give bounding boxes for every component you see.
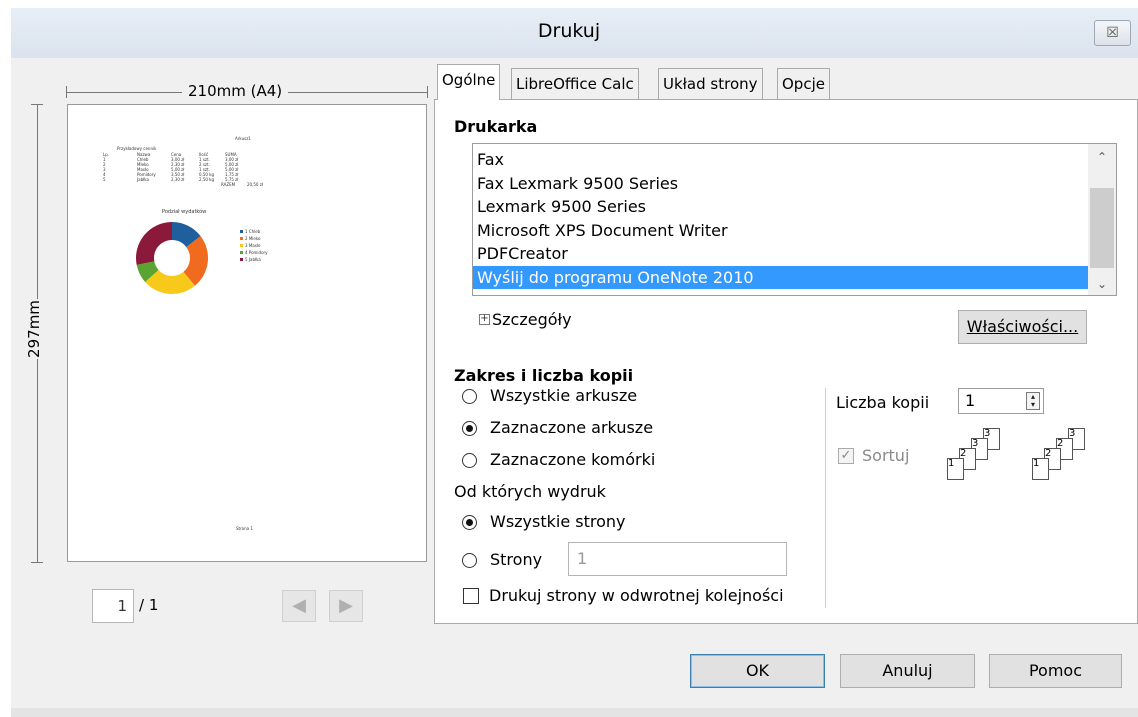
preview-legend-item: 2 Mleko [240, 236, 268, 241]
printer-list-item[interactable]: Fax [473, 148, 1116, 172]
all-sheets-radio[interactable] [462, 389, 477, 404]
height-dimension-tick-top [31, 104, 43, 105]
donut-slice [136, 222, 172, 265]
scroll-up-icon[interactable]: ⌃ [1088, 146, 1116, 168]
tab-options[interactable]: Opcje [777, 68, 830, 99]
range-section-title: Zakres i liczba kopii [454, 366, 634, 385]
printer-section-title: Drukarka [454, 117, 538, 136]
preview-sheet-title: Arkusz1 [235, 136, 251, 141]
collated-pages-icon: 3 3 2 1 [945, 428, 1025, 484]
printer-list-item[interactable]: Microsoft XPS Document Writer [473, 219, 1116, 243]
all-pages-radio[interactable] [462, 515, 477, 530]
printer-list-item[interactable]: Lexmark 9500 Series [473, 195, 1116, 219]
printer-list-item[interactable]: PDFCreator [473, 242, 1116, 266]
all-sheets-label[interactable]: Wszystkie arkusze [490, 386, 637, 405]
scrollbar-thumb[interactable] [1090, 188, 1114, 268]
reverse-order-checkbox[interactable] [463, 588, 479, 604]
pages-input[interactable]: 1 [568, 542, 787, 576]
tab-general[interactable]: Ogólne [437, 64, 501, 100]
properties-button[interactable]: Właściwości... [958, 310, 1087, 344]
details-expander-label[interactable]: Szczegóły [492, 310, 572, 329]
height-dimension-tick-bottom [31, 562, 43, 563]
scroll-down-icon[interactable]: ⌄ [1088, 273, 1116, 295]
pages-radio[interactable] [462, 553, 477, 568]
reverse-order-label[interactable]: Drukuj strony w odwrotnej kolejności [489, 586, 784, 605]
preview-legend: 1 Chleb 2 Mleko 3 Masło 4 Pomidory 5 Jabłka [240, 229, 268, 264]
expand-plus-icon[interactable]: + [479, 314, 490, 325]
previous-page-button[interactable]: ◀ [282, 590, 316, 622]
preview-table: Lp. Nazwa Cena Ilość SUMA 1 Chleb 3,00 zł 1… [103, 152, 303, 187]
preview-heading: Przykładowy cennik [117, 146, 157, 151]
preview-legend-item: 3 Masło [240, 243, 268, 248]
page-total-label: / 1 [139, 596, 159, 614]
next-page-button[interactable]: ▶ [329, 590, 363, 622]
all-pages-label[interactable]: Wszystkie strony [490, 512, 626, 531]
width-dimension-tick-left [66, 86, 67, 98]
printer-list-item[interactable]: Wyślij do programu OneNote 2010 [473, 265, 1116, 289]
preview-total-row: RAZEM 20,50 zł [221, 182, 263, 187]
tab-libreoffice-calc[interactable]: LibreOffice Calc [511, 68, 639, 99]
copies-value: 1 [965, 391, 976, 410]
window-bottom-border [11, 708, 1138, 717]
from-which-label: Od których wydruk [454, 482, 606, 501]
preview-chart-title: Podział wydatków [162, 209, 207, 215]
printer-list-item[interactable]: Fax Lexmark 9500 Series [473, 172, 1116, 196]
width-dimension-tick-right [427, 86, 428, 98]
ok-button[interactable]: OK [690, 654, 825, 688]
tab-page-layout[interactable]: Układ strony [658, 68, 763, 99]
preview-legend-item: 1 Chleb [240, 229, 268, 234]
spin-up-down-icon[interactable]: ▴ ▾ [1026, 392, 1040, 410]
triangle-left-icon: ◀ [292, 595, 306, 616]
selected-sheets-radio[interactable] [462, 421, 477, 436]
preview-footer: Strona 1 [236, 526, 253, 531]
desktop-edge [0, 0, 11, 717]
collate-label[interactable]: Sortuj [862, 446, 909, 465]
pages-label[interactable]: Strony [490, 550, 542, 569]
copies-label: Liczba kopii [836, 393, 930, 412]
printer-list[interactable]: Fax Fax Lexmark 9500 Series Lexmark 9500 S… [472, 143, 1117, 296]
width-dimension-label: 210mm (A4) [182, 82, 289, 100]
preview-legend-item: 5 Jabłka [240, 257, 268, 262]
uncollated-pages-icon: 3 2 2 1 [1032, 428, 1112, 484]
collate-checkbox[interactable]: ✓ [838, 448, 854, 464]
copies-spinbox[interactable]: 1 ▴ ▾ [958, 388, 1044, 414]
selected-sheets-label[interactable]: Zaznaczone arkusze [490, 418, 653, 437]
window-title: Drukuj [537, 20, 601, 42]
selected-cells-label[interactable]: Zaznaczone komórki [490, 450, 655, 469]
help-button[interactable]: Pomoc [989, 654, 1122, 688]
preview-legend-item: 4 Pomidory [240, 250, 268, 255]
triangle-right-icon: ▶ [339, 595, 353, 616]
height-dimension-label: 297mm [25, 299, 43, 359]
copies-separator [825, 388, 826, 608]
selected-cells-radio[interactable] [462, 453, 477, 468]
page-number-input[interactable]: 1 [92, 589, 134, 623]
close-button[interactable]: ☒ [1094, 20, 1131, 46]
preview-donut-chart [136, 222, 208, 294]
cancel-button[interactable]: Anuluj [840, 654, 975, 688]
